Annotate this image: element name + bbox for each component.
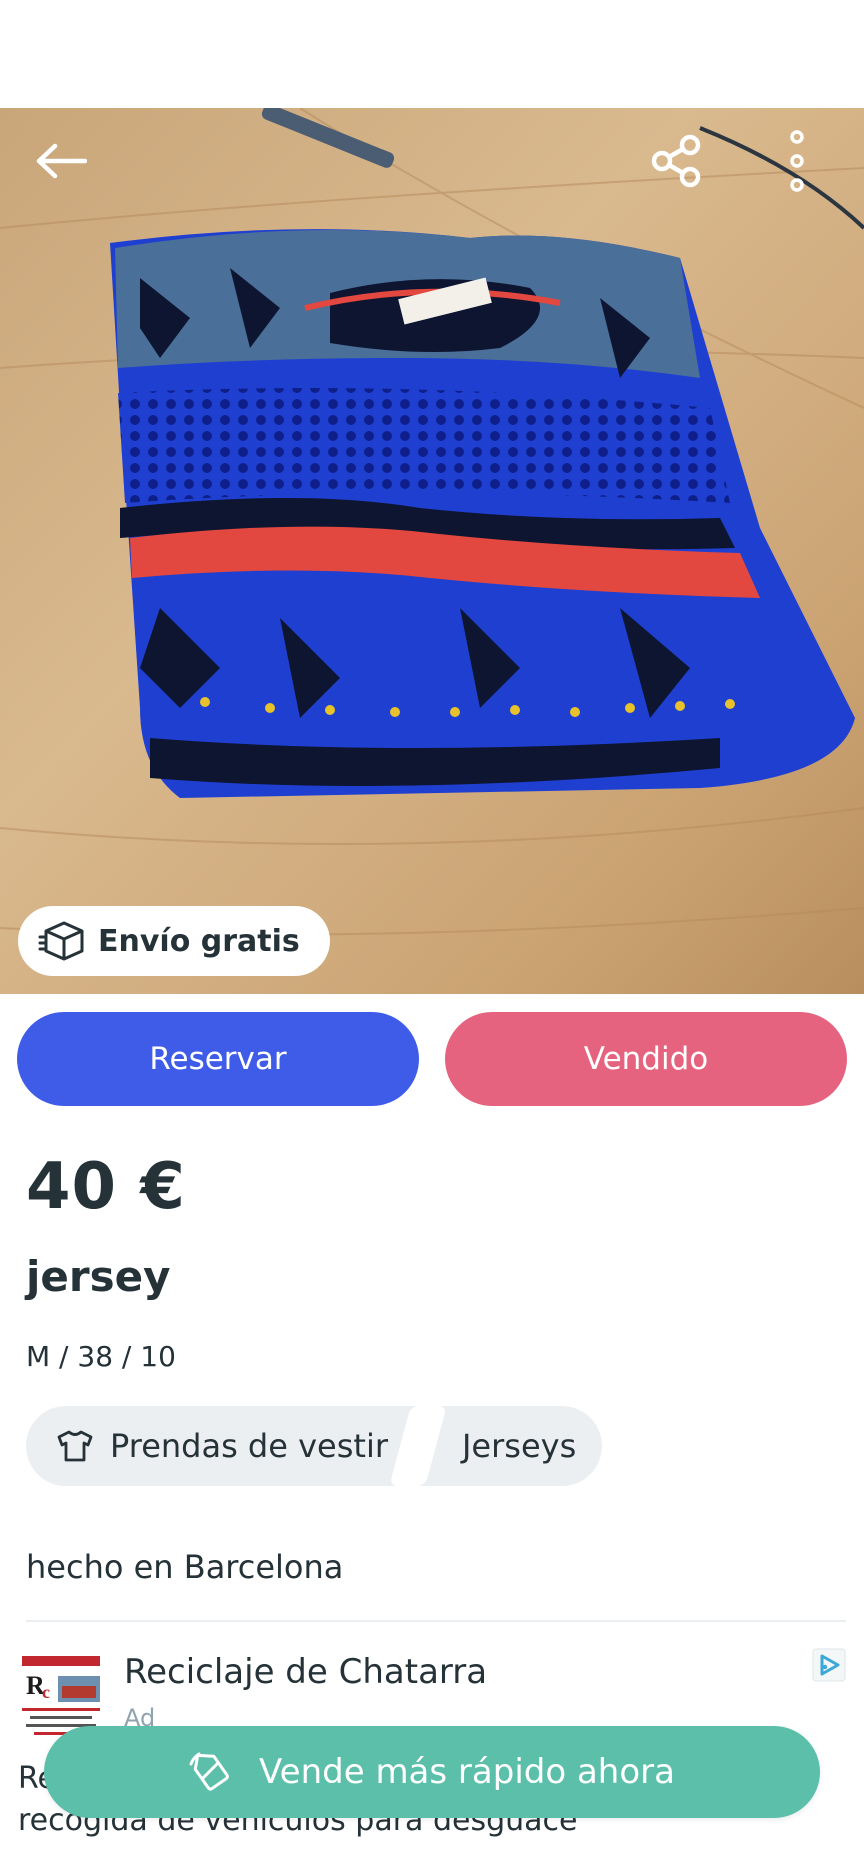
ad-choices-icon[interactable] <box>812 1648 846 1682</box>
free-shipping-label: Envío gratis <box>98 923 300 959</box>
category-chip[interactable]: Prendas de vestir <box>26 1406 418 1486</box>
more-vertical-icon <box>790 130 804 192</box>
ad-title[interactable]: Reciclaje de Chatarra <box>124 1652 487 1692</box>
share-button[interactable] <box>642 126 712 196</box>
sell-faster-button[interactable]: Vende más rápido ahora <box>44 1726 820 1818</box>
category-chips: Prendas de vestir Jerseys <box>26 1406 603 1486</box>
product-price: 40 € <box>26 1150 186 1224</box>
product-size: M / 38 / 10 <box>26 1340 176 1373</box>
back-arrow-icon <box>36 143 87 179</box>
subcategory-chip[interactable]: Jerseys <box>417 1406 603 1486</box>
sell-faster-label: Vende más rápido ahora <box>259 1752 675 1792</box>
product-detail-page: Envío gratis Reservar Vendido 40 € jerse… <box>0 0 864 1872</box>
advertiser-logo: R c <box>18 1650 104 1736</box>
category-label: Prendas de vestir <box>110 1427 388 1465</box>
subcategory-label: Jerseys <box>461 1427 577 1465</box>
share-icon <box>651 134 701 188</box>
free-shipping-badge: Envío gratis <box>18 906 330 976</box>
more-options-button[interactable] <box>762 126 832 196</box>
product-description: hecho en Barcelona <box>26 1548 344 1586</box>
divider <box>26 1620 846 1622</box>
mark-sold-button[interactable]: Vendido <box>445 1012 847 1106</box>
product-image-gallery[interactable]: Envío gratis <box>0 108 864 994</box>
svg-text:c: c <box>42 1682 50 1702</box>
tshirt-icon <box>57 1430 93 1462</box>
reserve-button[interactable]: Reservar <box>17 1012 419 1106</box>
product-title: jersey <box>26 1252 171 1301</box>
status-bar <box>0 0 864 108</box>
box-icon <box>38 921 84 961</box>
back-button[interactable] <box>26 126 96 196</box>
product-photo <box>0 108 864 994</box>
seller-actions: Reservar Vendido <box>17 1012 847 1106</box>
tag-icon <box>189 1752 229 1791</box>
